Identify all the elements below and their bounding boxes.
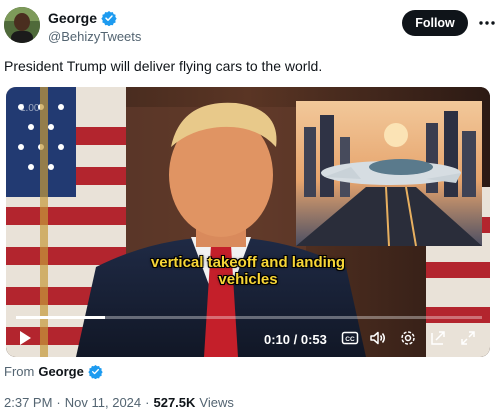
video-progress-bar[interactable]	[16, 316, 482, 319]
fullscreen-icon[interactable]	[459, 329, 477, 347]
from-attribution: From George	[4, 364, 103, 379]
tweet-text: President Trump will deliver flying cars…	[4, 58, 323, 74]
tweet-time[interactable]: 2:37 PM	[4, 395, 52, 410]
views-count: 527.5K	[153, 395, 196, 410]
tweet-header: George @BehizyTweets Follow	[0, 0, 500, 52]
follow-button[interactable]: Follow	[402, 10, 468, 36]
video-overlay-label: 1.00	[20, 103, 40, 114]
more-options-icon[interactable]	[477, 13, 497, 33]
avatar-image	[4, 7, 40, 43]
video-time: 0:10 / 0:53	[264, 332, 327, 347]
settings-icon[interactable]	[399, 329, 417, 347]
meta-separator: ·	[145, 395, 150, 410]
author-handle[interactable]: @BehizyTweets	[48, 29, 141, 44]
author-names: George @BehizyTweets	[48, 9, 141, 45]
caption-line-2: vehicles	[218, 271, 278, 288]
author-display-name[interactable]: George	[48, 10, 97, 26]
tweet-date[interactable]: Nov 11, 2024	[65, 395, 141, 410]
popout-icon[interactable]	[429, 329, 447, 347]
flying-car-inset	[296, 101, 482, 247]
meta-separator: ·	[56, 395, 61, 410]
from-name[interactable]: George	[38, 364, 84, 379]
verified-badge-icon	[101, 10, 117, 26]
svg-text:CC: CC	[345, 336, 355, 343]
volume-icon[interactable]	[369, 329, 387, 347]
avatar[interactable]	[4, 7, 40, 43]
captions-icon[interactable]: CC	[341, 329, 359, 347]
play-icon[interactable]	[16, 329, 34, 347]
caption-line-1: vertical takeoff and landing	[150, 254, 346, 271]
video-progress-fill	[16, 316, 105, 319]
video-caption: vertical takeoff and landing vehicles	[6, 254, 490, 288]
from-prefix: From	[4, 364, 35, 379]
video-player[interactable]: 1.00 vertical takeoff and landing vehicl…	[6, 87, 490, 357]
tweet-meta: 2:37 PM · Nov 11, 2024 · 527.5K Views	[4, 395, 234, 410]
verified-badge-icon	[88, 364, 103, 379]
views-label: Views	[199, 395, 234, 410]
